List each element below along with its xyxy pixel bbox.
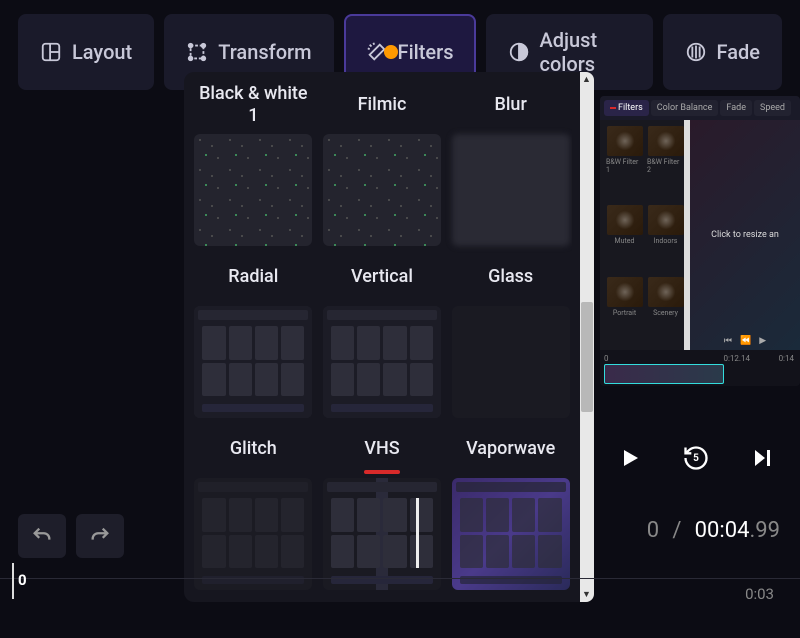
filter-thumb bbox=[323, 478, 441, 590]
filter-thumb bbox=[323, 134, 441, 246]
filter-thumb bbox=[194, 134, 312, 246]
preview-toolbar: Filters Color Balance Fade Speed bbox=[600, 96, 800, 120]
rewind-icon[interactable]: ⏪ bbox=[740, 336, 751, 346]
skip-back-5-button[interactable]: 5 bbox=[678, 440, 714, 476]
redo-button[interactable] bbox=[76, 514, 124, 558]
preview-hint: Click to resize an bbox=[711, 230, 779, 240]
timeline-tick: 0 bbox=[18, 571, 27, 589]
pv-filter[interactable]: Indoors bbox=[647, 205, 684, 272]
undo-button[interactable] bbox=[18, 514, 66, 558]
pv-tab-filters[interactable]: Filters bbox=[604, 100, 649, 116]
preview-clip[interactable] bbox=[604, 364, 724, 384]
filter-item-vhs[interactable]: VHS bbox=[321, 426, 444, 592]
scrollbar-thumb[interactable] bbox=[581, 302, 593, 412]
play-button[interactable] bbox=[612, 440, 648, 476]
fade-icon bbox=[685, 41, 707, 63]
filter-item[interactable]: Black & white 1 bbox=[192, 82, 315, 248]
indicator-dot bbox=[384, 45, 398, 59]
layout-icon bbox=[40, 41, 62, 63]
preview-video[interactable]: Click to resize an ⏮ ⏪ ▶ bbox=[690, 120, 800, 350]
filter-label: Glitch bbox=[230, 426, 277, 472]
filter-label: VHS bbox=[364, 426, 399, 472]
pv-timecode: 0:12.14 bbox=[723, 354, 750, 363]
filter-item[interactable]: Glass bbox=[449, 254, 572, 420]
pv-filter[interactable]: Scenery bbox=[647, 277, 684, 344]
fade-button[interactable]: Fade bbox=[663, 14, 782, 90]
time-display: 0 / 00:04.99 bbox=[647, 518, 780, 543]
undo-redo-group bbox=[18, 514, 124, 558]
transform-icon bbox=[186, 41, 208, 63]
pv-tab-color[interactable]: Color Balance bbox=[651, 100, 719, 116]
layout-button[interactable]: Layout bbox=[18, 14, 154, 90]
filters-grid: Black & white 1 Filmic Blur Radial Verti… bbox=[192, 82, 572, 592]
filter-label: Vaporwave bbox=[466, 426, 555, 472]
filter-item[interactable]: Vaporwave bbox=[449, 426, 572, 592]
highlight-underline bbox=[364, 470, 399, 474]
timeline-tick: 0:03 bbox=[745, 585, 774, 603]
adjust-label: Adjust colors bbox=[540, 28, 631, 76]
preview-filter-grid: B&W Filter 1 B&W Filter 2 Muted Indoors … bbox=[600, 120, 690, 350]
pv-tab-fade[interactable]: Fade bbox=[720, 100, 752, 116]
filters-label: Filters bbox=[398, 40, 454, 64]
filter-label: Blur bbox=[494, 82, 526, 128]
filter-thumb bbox=[452, 306, 570, 418]
filter-label: Black & white 1 bbox=[192, 82, 315, 128]
pv-filter[interactable]: B&W Filter 1 bbox=[606, 126, 643, 201]
prev-icon[interactable]: ⏮ bbox=[724, 336, 732, 346]
filter-item[interactable]: Vertical bbox=[321, 254, 444, 420]
filter-thumb bbox=[452, 134, 570, 246]
play-icon[interactable]: ▶ bbox=[759, 336, 766, 346]
filter-label: Vertical bbox=[351, 254, 413, 300]
timeline-ruler[interactable]: 0 0:03 bbox=[0, 578, 800, 608]
fade-label: Fade bbox=[717, 40, 760, 64]
filter-label: Glass bbox=[488, 254, 533, 300]
pv-filter[interactable]: Portrait bbox=[606, 277, 643, 344]
filter-item[interactable]: Blur bbox=[449, 82, 572, 248]
wand-icon bbox=[366, 41, 388, 63]
preview-pane: Filters Color Balance Fade Speed B&W Fil… bbox=[600, 96, 800, 386]
filter-thumb bbox=[323, 306, 441, 418]
panel-scrollbar[interactable] bbox=[580, 72, 594, 602]
filter-item[interactable]: Radial bbox=[192, 254, 315, 420]
layout-label: Layout bbox=[72, 40, 132, 64]
filter-label: Filmic bbox=[358, 82, 407, 128]
playback-controls: 5 bbox=[612, 440, 780, 476]
pv-filter[interactable]: B&W Filter 2 bbox=[647, 126, 684, 201]
preview-controls: ⏮ ⏪ ▶ bbox=[690, 336, 800, 346]
filter-thumb bbox=[452, 478, 570, 590]
filters-panel: Black & white 1 Filmic Blur Radial Verti… bbox=[184, 72, 594, 602]
transform-label: Transform bbox=[218, 40, 311, 64]
next-button[interactable] bbox=[744, 440, 780, 476]
preview-timeline[interactable]: 0 0:12.14 0:14 bbox=[600, 350, 800, 386]
pv-tab-speed[interactable]: Speed bbox=[754, 100, 791, 116]
filter-item[interactable]: Glitch bbox=[192, 426, 315, 592]
filter-item[interactable]: Filmic bbox=[321, 82, 444, 248]
filter-label: Radial bbox=[228, 254, 278, 300]
pv-filter[interactable]: Muted bbox=[606, 205, 643, 272]
filter-thumb bbox=[194, 306, 312, 418]
contrast-icon bbox=[508, 41, 530, 63]
filter-thumb bbox=[194, 478, 312, 590]
